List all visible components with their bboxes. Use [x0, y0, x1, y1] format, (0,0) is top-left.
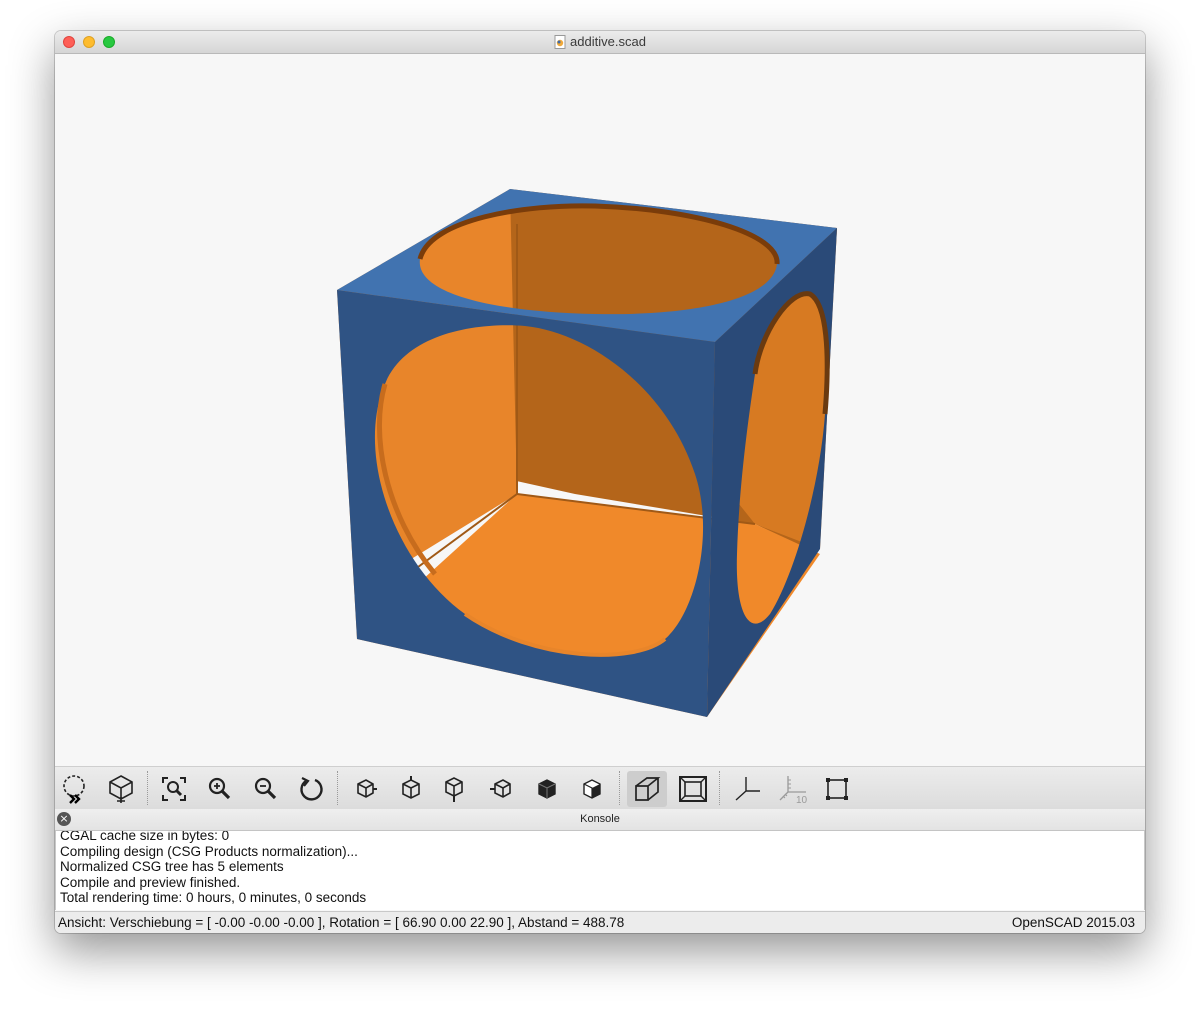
toolbar-separator [719, 771, 720, 805]
reset-view-icon [300, 777, 323, 801]
render-icon [109, 775, 133, 803]
window-title: additive.scad [55, 34, 1145, 52]
toolbar-separator [619, 771, 620, 805]
view-bottom-icon [445, 777, 463, 802]
view-right-button[interactable] [345, 771, 385, 807]
version-text: OpenSCAD 2015.03 [1011, 915, 1135, 930]
view-left-button[interactable] [482, 771, 522, 807]
view-left-icon [490, 779, 511, 798]
console-close-button[interactable]: × [57, 812, 71, 826]
view-top-button[interactable] [391, 771, 431, 807]
view-toolbar: 10 [55, 766, 1145, 810]
svg-text:10: 10 [796, 795, 808, 804]
console-lines: CGAL cache size in bytes: 0 Compiling des… [56, 831, 366, 906]
zoom-out-button[interactable] [246, 771, 286, 807]
view-front-icon [538, 779, 556, 799]
console-line: Total rendering time: 0 hours, 0 minutes… [60, 890, 367, 906]
view-right-icon [357, 779, 377, 798]
show-edges-icon [826, 778, 848, 800]
view-all-icon [162, 777, 186, 801]
perspective-icon [635, 777, 661, 801]
status-bar: Ansicht: Verschiebung = [ -0.00 -0.00 -0… [55, 911, 1145, 933]
3d-viewport[interactable] [55, 54, 1145, 766]
toolbar-separator [147, 771, 148, 805]
preview-button[interactable] [56, 771, 96, 807]
orthogonal-button[interactable] [673, 771, 713, 807]
view-back-button[interactable] [572, 771, 612, 807]
view-bottom-button[interactable] [434, 771, 474, 807]
title-bar[interactable]: additive.scad [55, 31, 1145, 54]
scale-markers-icon: 10 [779, 776, 808, 804]
show-edges-button[interactable] [817, 771, 857, 807]
view-front-button[interactable] [527, 771, 567, 807]
preview-icon [63, 775, 85, 804]
toolbar-separator [337, 771, 338, 805]
view-status-text: Ansicht: Verschiebung = [ -0.00 -0.00 -0… [58, 915, 625, 930]
view-all-button[interactable] [154, 771, 194, 807]
console-output[interactable]: CGAL cache size in bytes: 0 Compiling des… [55, 831, 1145, 910]
rendered-model [337, 189, 837, 717]
show-axes-icon [735, 777, 760, 801]
show-axes-button[interactable] [727, 771, 767, 807]
show-scale-markers-button[interactable]: 10 [773, 771, 813, 807]
console-header: × Konsole [55, 809, 1145, 831]
zoom-in-button[interactable] [200, 771, 240, 807]
view-top-icon [402, 776, 420, 799]
scad-document-icon [554, 35, 566, 52]
console-line: Compiling design (CSG Products normaliza… [60, 843, 358, 859]
console-title: Konsole [580, 813, 620, 825]
zoom-in-icon [208, 777, 231, 800]
console-line: Compile and preview finished. [60, 874, 241, 890]
app-window: additive.scad 10 × Konsole CGAL cache si… [55, 31, 1145, 933]
perspective-button[interactable] [627, 771, 667, 807]
render-button[interactable] [101, 771, 141, 807]
zoom-out-icon [254, 777, 277, 800]
orthogonal-icon [679, 776, 707, 802]
console-line: Normalized CSG tree has 5 elements [60, 859, 284, 875]
view-back-icon [583, 779, 601, 799]
reset-view-button[interactable] [291, 771, 331, 807]
window-title-text: additive.scad [570, 34, 646, 49]
console-line: CGAL cache size in bytes: 0 [60, 831, 230, 843]
